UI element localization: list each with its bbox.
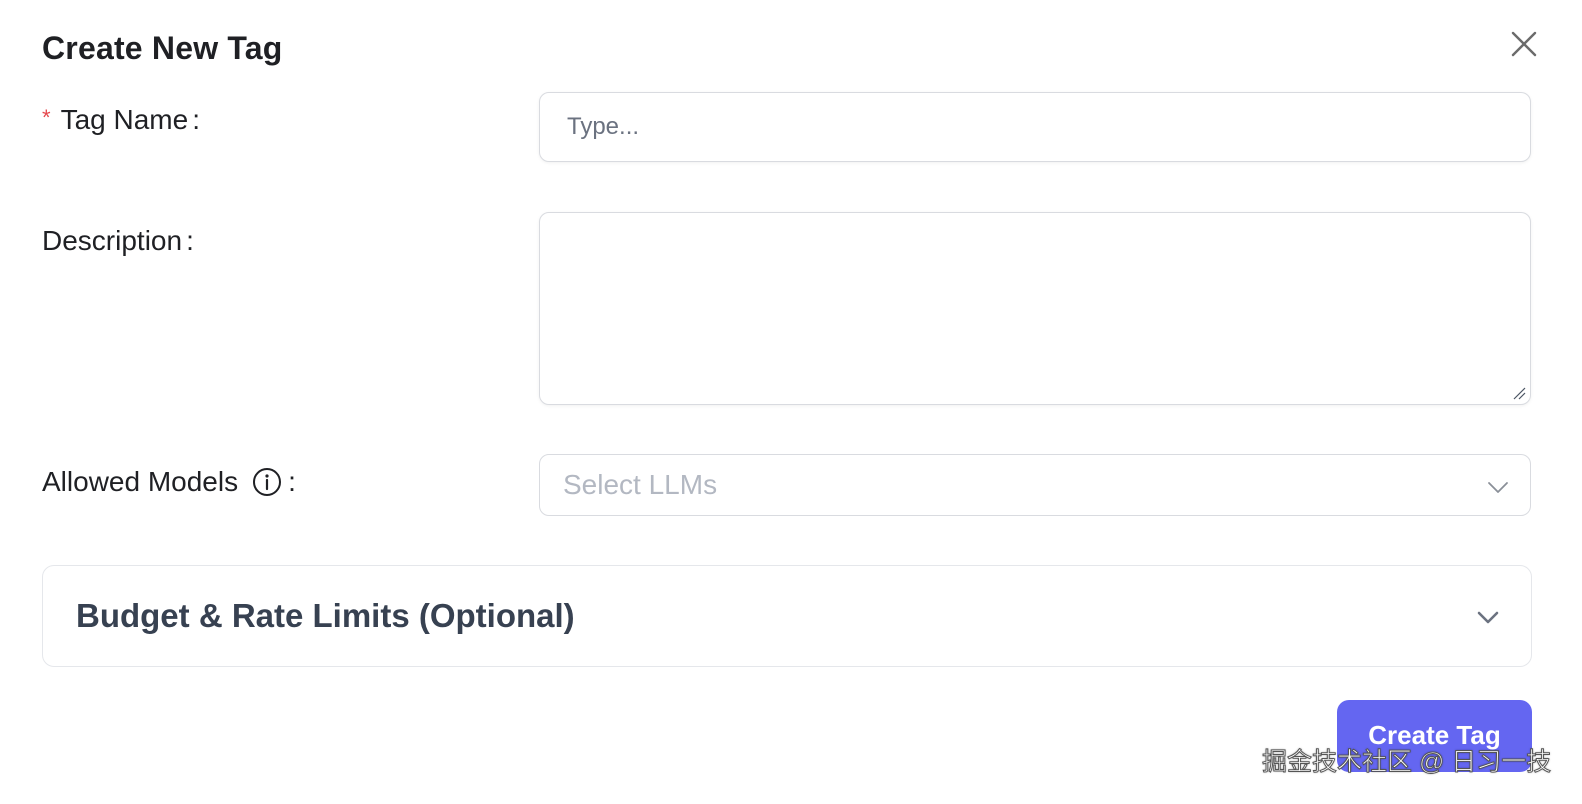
modal-title: Create New Tag: [42, 30, 283, 66]
label-colon: :: [192, 104, 200, 135]
tag-name-label-text: Tag Name: [60, 104, 189, 135]
allowed-models-select[interactable]: Select LLMs: [539, 454, 1531, 516]
allowed-models-label-text: Allowed Models: [42, 466, 239, 497]
create-tag-button[interactable]: Create Tag: [1337, 700, 1532, 772]
required-marker: *: [42, 105, 51, 130]
description-label-text: Description: [42, 225, 183, 256]
label-colon: :: [186, 225, 194, 256]
close-icon: [1511, 31, 1537, 57]
label-colon: :: [288, 466, 296, 497]
description-field[interactable]: [539, 212, 1531, 405]
description-label: Description :: [42, 225, 194, 257]
chevron-down-icon: [1488, 482, 1508, 493]
select-placeholder: Select LLMs: [563, 469, 718, 500]
accordion-title: Budget & Rate Limits (Optional): [76, 597, 575, 634]
info-circle-icon[interactable]: [252, 467, 282, 497]
description-textarea[interactable]: [540, 213, 1530, 404]
resize-handle-icon[interactable]: [1512, 386, 1526, 400]
chevron-down-icon: [1477, 611, 1499, 624]
create-tag-modal: Create New Tag * Tag Name : Description …: [0, 0, 1582, 804]
tag-name-input[interactable]: [565, 112, 1530, 142]
budget-rate-limits-accordion[interactable]: Budget & Rate Limits (Optional): [42, 565, 1532, 667]
tag-name-field[interactable]: [539, 92, 1531, 162]
tag-name-label: * Tag Name :: [42, 104, 200, 136]
allowed-models-label: Allowed Models :: [42, 466, 296, 498]
close-button[interactable]: [1506, 26, 1542, 62]
